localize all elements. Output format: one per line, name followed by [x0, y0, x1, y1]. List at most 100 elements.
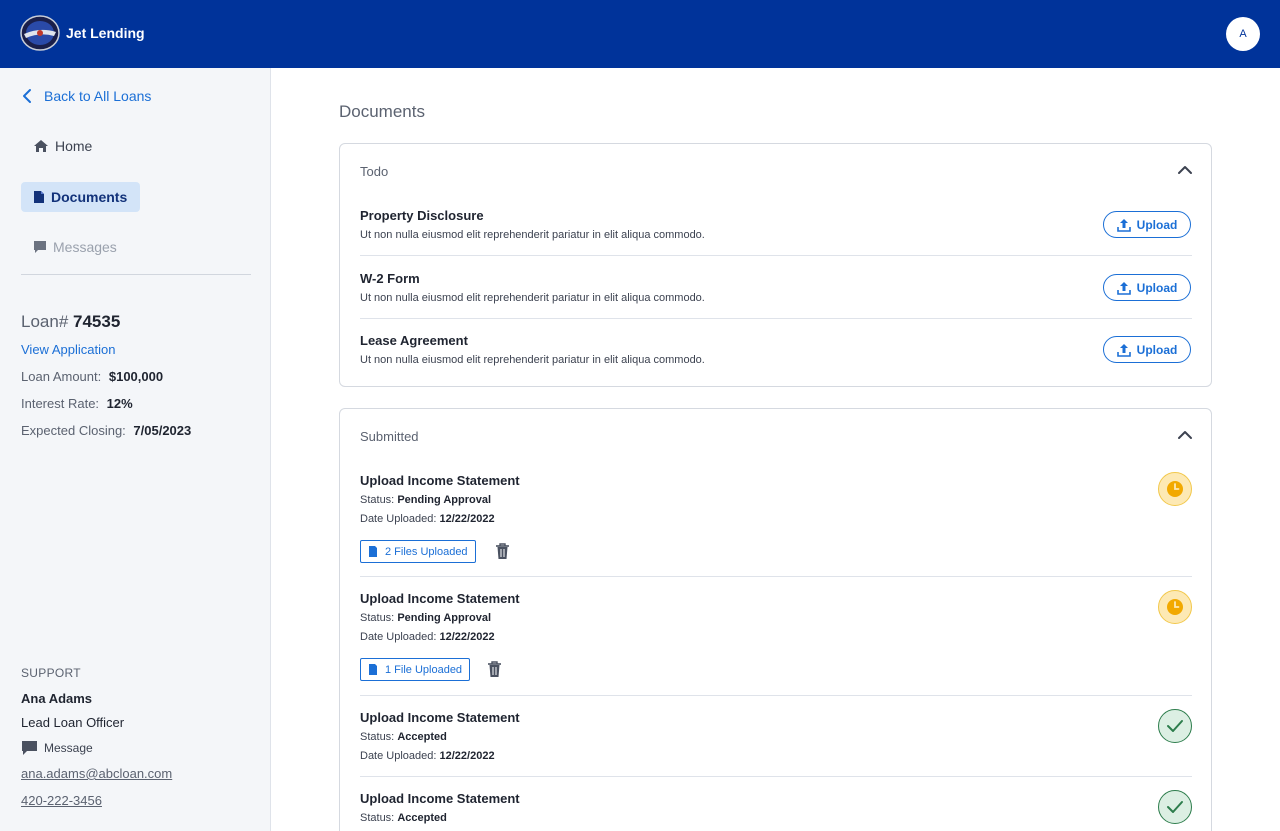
- upload-label: Upload: [1136, 280, 1178, 295]
- sidebar: Back to All Loans Home Documents Message…: [0, 68, 271, 831]
- chat-icon: [22, 741, 37, 755]
- submitted-item-title: Upload Income Statement: [360, 591, 520, 606]
- todo-item-desc: Ut non nulla eiusmod elit reprehenderit …: [360, 292, 705, 304]
- submitted-item-title: Upload Income Statement: [360, 791, 520, 806]
- nav-item-messages[interactable]: Messages: [21, 232, 129, 262]
- date-label: Date Uploaded:: [360, 750, 437, 762]
- chat-icon: [34, 241, 46, 253]
- nav-label: Messages: [53, 239, 117, 255]
- support-role: Lead Loan Officer: [21, 715, 125, 730]
- status-label: Status:: [360, 812, 395, 824]
- todo-item-title: Property Disclosure: [360, 208, 484, 223]
- page-title: Documents: [339, 102, 425, 121]
- row-divider: [360, 776, 1192, 777]
- todo-item-title: W-2 Form: [360, 271, 420, 286]
- status-value: Accepted: [397, 731, 447, 743]
- support-message-label: Message: [44, 741, 93, 755]
- date-value: 12/22/2022: [439, 513, 495, 525]
- sidebar-divider: [21, 274, 251, 275]
- chevron-up-icon[interactable]: [1177, 429, 1193, 441]
- submitted-item-title: Upload Income Statement: [360, 710, 520, 725]
- todo-item-title: Lease Agreement: [360, 333, 468, 348]
- loan-amount-value: $100,000: [108, 369, 164, 384]
- expected-closing-value: 7/05/2023: [133, 423, 192, 438]
- row-divider: [360, 318, 1192, 319]
- todo-item-desc: Ut non nulla eiusmod elit reprehenderit …: [360, 229, 705, 241]
- accepted-status-icon: [1158, 709, 1192, 743]
- status-value: Pending Approval: [397, 494, 492, 506]
- loan-amount-label: Loan Amount:: [21, 369, 102, 384]
- loan-amount: Loan Amount: $100,000: [21, 369, 163, 384]
- upload-icon: [1116, 281, 1131, 295]
- view-application-link[interactable]: View Application: [21, 342, 115, 357]
- upload-button[interactable]: Upload: [1103, 274, 1191, 301]
- support-name: Ana Adams: [21, 691, 93, 706]
- clock-icon: [1167, 481, 1183, 497]
- nav-item-home[interactable]: Home: [21, 131, 104, 161]
- submitted-item-status: Status: Accepted: [360, 731, 447, 743]
- avatar[interactable]: A: [1226, 17, 1260, 51]
- date-label: Date Uploaded:: [360, 513, 437, 525]
- files-uploaded-label: 1 File Uploaded: [385, 663, 463, 676]
- document-icon: [369, 546, 377, 557]
- upload-button[interactable]: Upload: [1103, 211, 1191, 238]
- submitted-item-status: Status: Accepted: [360, 812, 447, 824]
- chevron-left-icon: [23, 89, 31, 103]
- submitted-item-title: Upload Income Statement: [360, 473, 520, 488]
- document-icon: [369, 664, 377, 675]
- pending-status-icon: [1158, 472, 1192, 506]
- loan-number-value: 74535: [73, 312, 121, 331]
- upload-icon: [1116, 218, 1131, 232]
- submitted-item-date: Date Uploaded: 12/22/2022: [360, 513, 495, 525]
- expected-closing: Expected Closing: 7/05/2023: [21, 423, 191, 438]
- back-label: Back to All Loans: [44, 88, 152, 104]
- support-heading: SUPPORT: [21, 666, 81, 680]
- files-uploaded-button[interactable]: 2 Files Uploaded: [360, 540, 476, 563]
- support-message-link[interactable]: Message: [21, 740, 93, 756]
- upload-button[interactable]: Upload: [1103, 336, 1191, 363]
- upload-icon: [1116, 343, 1131, 357]
- todo-heading: Todo: [360, 164, 389, 179]
- interest-rate-label: Interest Rate:: [21, 396, 100, 411]
- status-label: Status:: [360, 731, 395, 743]
- interest-rate: Interest Rate: 12%: [21, 396, 133, 411]
- loan-number-prefix: Loan#: [21, 312, 69, 331]
- clock-icon: [1167, 599, 1183, 615]
- submitted-item-date: Date Uploaded: 12/22/2022: [360, 631, 495, 643]
- row-divider: [360, 576, 1192, 577]
- pending-status-icon: [1158, 590, 1192, 624]
- date-value: 12/22/2022: [439, 750, 495, 762]
- row-divider: [360, 695, 1192, 696]
- upload-label: Upload: [1136, 217, 1178, 232]
- files-uploaded-label: 2 Files Uploaded: [385, 545, 468, 558]
- submitted-item-date: Date Uploaded: 12/22/2022: [360, 750, 495, 762]
- status-value: Accepted: [397, 812, 447, 824]
- todo-card: Todo Property Disclosure Ut non nulla ei…: [339, 143, 1212, 387]
- submitted-heading: Submitted: [360, 429, 419, 444]
- accepted-status-icon: [1158, 790, 1192, 824]
- checkmark-icon: [1167, 720, 1183, 732]
- back-to-loans-link[interactable]: Back to All Loans: [20, 88, 151, 104]
- interest-rate-value: 12%: [106, 396, 133, 411]
- nav-label: Documents: [51, 189, 128, 205]
- row-divider: [360, 255, 1192, 256]
- date-value: 12/22/2022: [439, 631, 495, 643]
- files-uploaded-button[interactable]: 1 File Uploaded: [360, 658, 471, 681]
- top-bar: Jet Lending A: [0, 0, 1280, 68]
- support-email-link[interactable]: ana.adams@abcloan.com: [21, 766, 172, 781]
- loan-number: Loan# 74535: [21, 312, 120, 332]
- submitted-card: Submitted Upload Income Statement Status…: [339, 408, 1212, 831]
- submitted-item-status: Status: Pending Approval: [360, 494, 491, 506]
- trash-icon[interactable]: [495, 543, 510, 560]
- trash-icon[interactable]: [487, 661, 502, 678]
- nav-item-documents[interactable]: Documents: [21, 182, 141, 212]
- logo-icon[interactable]: [20, 15, 60, 51]
- upload-label: Upload: [1136, 342, 1178, 357]
- support-phone-link[interactable]: 420-222-3456: [21, 793, 102, 808]
- chevron-up-icon[interactable]: [1177, 164, 1193, 176]
- document-icon: [34, 191, 44, 203]
- submitted-item-status: Status: Pending Approval: [360, 612, 491, 624]
- date-label: Date Uploaded:: [360, 631, 437, 643]
- status-value: Pending Approval: [397, 612, 492, 624]
- brand-name[interactable]: Jet Lending: [66, 25, 145, 41]
